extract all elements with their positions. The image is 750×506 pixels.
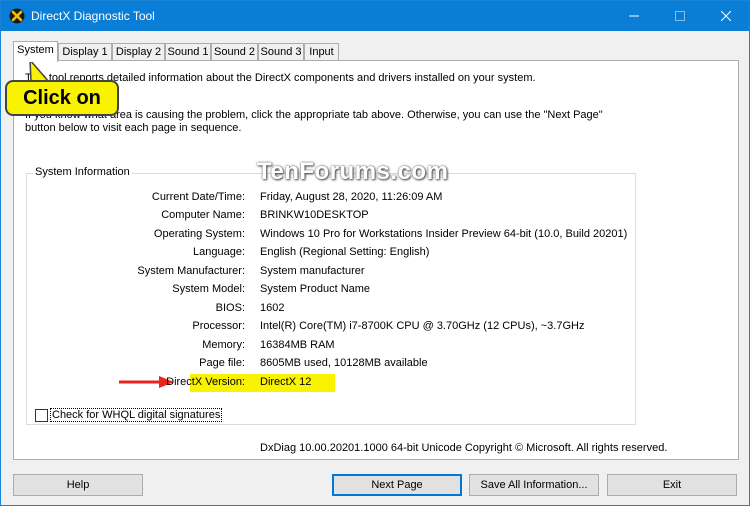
next-page-button[interactable]: Next Page [332,474,462,496]
tab-sound-1[interactable]: Sound 1 [165,43,211,61]
info-value: Friday, August 28, 2020, 11:26:09 AM [260,191,443,203]
info-row: Page file: 8605MB used, 10128MB availabl… [27,357,627,371]
info-label: Memory: [202,339,245,351]
minimize-button[interactable] [611,1,657,31]
maximize-button [657,1,703,31]
tab-display-2[interactable]: Display 2 [112,43,165,61]
whql-checkbox[interactable] [35,409,48,422]
info-value: BRINKW10DESKTOP [260,209,369,221]
info-value: 16384MB RAM [260,339,335,351]
info-row: Computer Name: BRINKW10DESKTOP [27,209,627,223]
info-label: Operating System: [153,228,245,240]
exit-button[interactable]: Exit [607,474,737,496]
info-row: System Manufacturer: System manufacturer [27,265,627,279]
tab-display-1[interactable]: Display 1 [58,43,112,61]
whql-checkbox-label[interactable]: Check for WHQL digital signatures [50,408,223,422]
click-on-callout: Click on [5,80,119,116]
info-row: BIOS: 1602 [27,302,627,316]
tab-sound-2[interactable]: Sound 2 [211,43,258,61]
directx-version-row: DirectX Version: DirectX 12 [27,374,627,392]
info-label: System Manufacturer: [137,265,245,277]
dxdiag-window: DirectX Diagnostic Tool System Display 1… [0,0,750,506]
info-row: Processor: Intel(R) Core(TM) i7-8700K CP… [27,320,627,334]
help-button[interactable]: Help [13,474,143,496]
info-value: Windows 10 Pro for Workstations Insider … [260,228,628,240]
info-value: System manufacturer [260,265,365,277]
info-label: Page file: [199,357,245,369]
info-label: Computer Name: [161,209,245,221]
info-value: 8605MB used, 10128MB available [260,357,428,369]
info-row: System Model: System Product Name [27,283,627,297]
info-value: DirectX 12 [260,376,312,388]
group-label: System Information [33,166,132,178]
close-icon [721,11,731,21]
info-label: Language: [193,246,245,258]
system-information-group: System Information Current Date/Time: Fr… [26,166,636,425]
save-all-button-label: Save All Information... [480,479,588,491]
tab-sound-3[interactable]: Sound 3 [258,43,304,61]
info-label: Processor: [192,320,245,332]
tab-input[interactable]: Input [304,43,339,61]
next-page-button-label: Next Page [371,479,423,491]
window-title: DirectX Diagnostic Tool [31,9,155,23]
save-all-information-button[interactable]: Save All Information... [469,474,599,496]
tenforums-watermark: TenForums.com [257,158,449,185]
system-tab-panel: This tool reports detailed information a… [13,60,739,460]
info-label: Current Date/Time: [151,191,245,203]
maximize-icon [675,11,685,21]
minimize-icon [629,15,639,17]
info-row: Memory: 16384MB RAM [27,339,627,353]
help-button-label: Help [66,479,90,491]
info-label: DirectX Version: [166,376,245,388]
tab-system[interactable]: System [13,41,58,62]
info-value: English (Regional Setting: English) [260,246,430,258]
info-value: Intel(R) Core(TM) i7-8700K CPU @ 3.70GHz… [260,320,585,332]
exit-button-label: Exit [662,479,682,491]
info-label: BIOS: [215,302,245,314]
info-value: 1602 [260,302,285,314]
directx-app-icon [9,8,25,24]
info-label: System Model: [172,283,245,295]
info-row: Language: English (Regional Setting: Eng… [27,246,627,260]
info-row: Operating System: Windows 10 Pro for Wor… [27,228,627,242]
info-value: System Product Name [260,283,371,295]
info-row: Current Date/Time: Friday, August 28, 20… [27,191,627,205]
version-copyright-text: DxDiag 10.00.20201.1000 64-bit Unicode C… [260,442,668,454]
title-bar[interactable]: DirectX Diagnostic Tool [1,1,749,31]
close-button[interactable] [703,1,749,31]
